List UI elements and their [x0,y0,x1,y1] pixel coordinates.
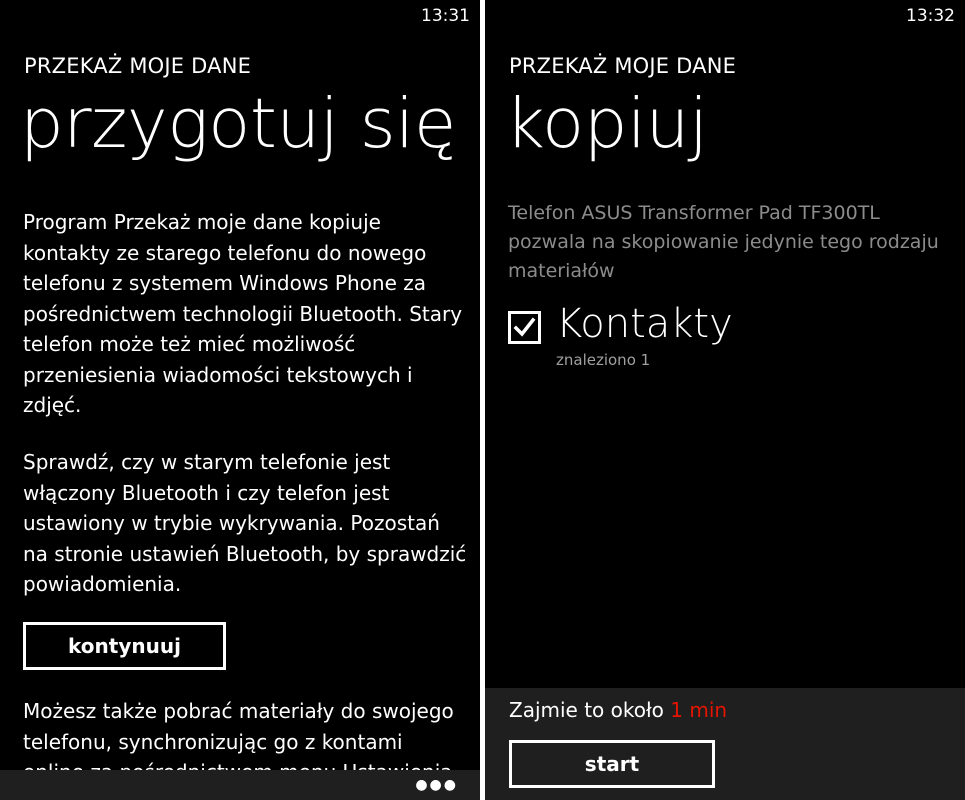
ellipsis-icon[interactable]: ●●● [415,778,458,792]
contacts-count: znaleziono 1 [556,351,651,369]
right-screen: 13:32 PRZEKAŻ MOJE DANE kopiuj Telefon A… [485,0,965,800]
device-description: Telefon ASUS Transformer Pad TF300TL poz… [508,202,939,282]
intro-paragraph: Program Przekaż moje dane kopiuje kontak… [23,210,463,417]
app-title: PRZEKAŻ MOJE DANE [509,54,737,78]
app-bar: ●●● [0,770,480,800]
status-time: 13:31 [421,6,470,26]
page-title: przygotuj się [20,84,456,164]
checkmark-icon [513,317,536,337]
app-title: PRZEKAŻ MOJE DANE [24,54,252,78]
contacts-label[interactable]: Kontakty [556,302,733,346]
time-estimate: Zajmie to około 1 min [509,698,727,722]
status-time: 13:32 [906,6,955,26]
bottom-panel: Zajmie to około 1 min start [485,688,965,800]
bluetooth-instructions: Sprawdź, czy w starym telefonie jest włą… [23,450,467,596]
page-title: kopiuj [505,84,708,164]
estimate-prefix: Zajmie to około [509,698,664,722]
continue-button[interactable]: kontynuuj [23,622,226,670]
estimate-value: 1 min [670,698,728,722]
contacts-checkbox[interactable] [508,311,541,344]
start-button[interactable]: start [509,740,715,788]
left-screen: 13:31 PRZEKAŻ MOJE DANE przygotuj się Pr… [0,0,480,800]
